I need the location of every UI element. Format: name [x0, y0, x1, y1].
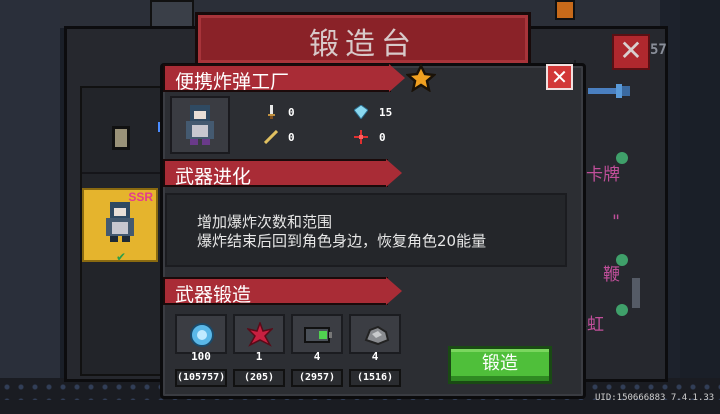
material-slot[interactable]: [233, 314, 285, 354]
material-required: 4: [371, 350, 379, 363]
material-owned: (1516): [349, 369, 401, 387]
material-required: 1: [255, 350, 263, 363]
green-battery-icon: [304, 327, 332, 343]
red-leaf-icon: [247, 322, 273, 347]
close-button[interactable]: ✕: [546, 64, 573, 90]
background-torch: [555, 0, 575, 20]
evolution-description: 增加爆炸次数和范围 爆炸结束后回到角色身边，恢复角色20能量: [165, 193, 567, 267]
section-title: 武器进化: [175, 166, 252, 188]
page-title: 锻造台: [309, 27, 417, 62]
critical-value: 0: [288, 131, 295, 144]
blue-gem-icon: [190, 323, 214, 347]
owned-check-icon: [616, 254, 628, 266]
material-required: 100: [191, 350, 211, 363]
selected-weapon-card[interactable]: SSR ✔: [82, 188, 158, 264]
weapon-icon: [186, 105, 214, 145]
close-station-button[interactable]: ✕: [612, 34, 650, 70]
list-item[interactable]: 卡牌: [586, 160, 620, 185]
weapon-portrait: [170, 96, 230, 154]
energy-value: 15: [379, 106, 393, 119]
accuracy-value: 0: [379, 131, 386, 144]
energy-icon: [354, 105, 368, 119]
material-slot[interactable]: [175, 314, 227, 354]
material-slot[interactable]: [349, 314, 401, 354]
material-slot[interactable]: [291, 314, 343, 354]
description-line: 增加爆炸次数和范围: [197, 213, 333, 231]
attack-value: 0: [288, 106, 295, 119]
user-id: UID:150666883 7.4.1.33: [595, 393, 715, 403]
item-count: 57: [650, 42, 667, 58]
ore-icon: [364, 325, 390, 346]
owned-check-icon: [616, 152, 628, 164]
weapon-slot[interactable]: [82, 88, 162, 174]
weapon-name-ribbon: 便携炸弹工厂: [163, 64, 405, 93]
weapon-icon: [588, 84, 630, 98]
item-icon: [112, 126, 130, 150]
background-wall: [0, 0, 60, 414]
section-title: 武器锻造: [175, 284, 252, 306]
owned-check-icon: [616, 304, 628, 316]
title-banner: 锻造台: [195, 12, 531, 66]
list-item[interactable]: ": [612, 212, 620, 232]
forge-ribbon: 武器锻造: [163, 277, 402, 306]
equipped-check-icon: ✔: [116, 250, 127, 264]
description-line: 爆炸结束后回到角色身边，恢复角色20能量: [197, 232, 487, 250]
accuracy-icon: [354, 130, 368, 144]
favorite-star-icon[interactable]: [406, 64, 436, 92]
forge-button[interactable]: 锻造: [448, 346, 552, 384]
attack-icon: [268, 105, 275, 119]
material-owned: (105757): [175, 369, 227, 387]
evolution-ribbon: 武器进化: [163, 159, 402, 188]
material-owned: (2957): [291, 369, 343, 387]
material-owned: (205): [233, 369, 285, 387]
critical-icon: [264, 130, 278, 144]
scrollbar[interactable]: [632, 278, 640, 308]
character-icon: [106, 202, 134, 242]
weapon-name: 便携炸弹工厂: [175, 71, 290, 93]
material-required: 4: [313, 350, 321, 363]
